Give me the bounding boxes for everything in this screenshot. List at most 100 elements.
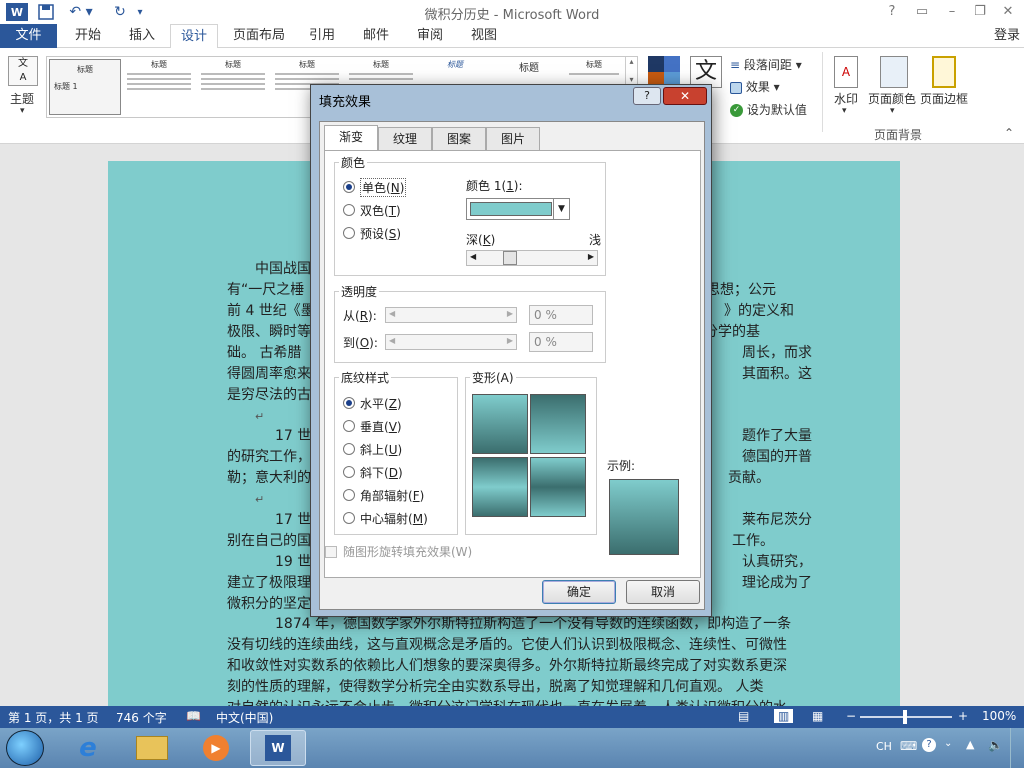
print-layout-icon[interactable]: ▥ <box>774 709 794 723</box>
minimize-icon[interactable]: – <box>938 2 966 22</box>
radio-button <box>343 397 355 409</box>
tab-view[interactable]: 视图 <box>462 24 506 48</box>
radio-shading-from-corner[interactable]: 角部辐射(F) <box>343 486 424 504</box>
language-indicator[interactable]: 中文(中国) <box>216 709 273 726</box>
tab-home[interactable]: 开始 <box>66 24 110 48</box>
radio-two-colors[interactable]: 双色(T) <box>343 201 401 219</box>
slider-right-arrow[interactable]: ▶ <box>507 336 513 345</box>
slider-left-arrow[interactable]: ◀ <box>389 336 395 345</box>
slider-right-arrow[interactable]: ▶ <box>588 252 594 261</box>
paragraph-mark: ↵ <box>255 493 265 506</box>
tab-texture[interactable]: 纹理 <box>378 127 432 151</box>
radio-shading-diagonal-up[interactable]: 斜上(U) <box>343 440 402 458</box>
help-icon[interactable]: ? <box>878 2 906 22</box>
variant-1[interactable] <box>472 394 528 454</box>
sign-in-link[interactable]: 登录 <box>990 24 1024 48</box>
set-default-button[interactable]: ✓ 设为默认值 <box>730 101 807 118</box>
effects-button[interactable]: 效果 ▾ <box>730 78 780 95</box>
close-icon[interactable]: ✕ <box>994 2 1022 22</box>
radio-shading-diagonal-down[interactable]: 斜下(D) <box>343 463 403 481</box>
fill-effects-dialog: 填充效果 ? ✕ 渐变 纹理 图案 图片 颜色 单色(N) 双色(T) 预设(S… <box>310 84 712 617</box>
page-color-icon[interactable] <box>880 56 908 88</box>
read-mode-icon[interactable]: ▤ <box>738 709 749 723</box>
tab-picture[interactable]: 图片 <box>486 127 540 151</box>
page-border-icon[interactable] <box>932 56 956 88</box>
radio-preset[interactable]: 预设(S) <box>343 224 401 242</box>
tab-file[interactable]: 文件 <box>0 24 57 48</box>
tab-design[interactable]: 设计 <box>170 24 218 49</box>
zoom-out-icon[interactable]: − <box>846 709 856 723</box>
tab-pattern[interactable]: 图案 <box>432 127 486 151</box>
transparency-to-input[interactable]: 0 % <box>529 332 593 352</box>
ribbon-display-icon[interactable]: ▭ <box>908 2 936 22</box>
keyboard-icon[interactable]: ⌨ <box>900 739 917 753</box>
transparency-to-slider[interactable]: ◀ ▶ <box>385 334 517 350</box>
tab-gradient[interactable]: 渐变 <box>324 125 378 151</box>
watermark-icon[interactable]: A <box>834 56 858 88</box>
explorer-icon[interactable] <box>124 730 180 766</box>
radio-button <box>343 181 355 193</box>
radio-one-color[interactable]: 单色(N) <box>343 177 407 197</box>
page-color-dropdown-icon[interactable]: ▾ <box>890 106 895 116</box>
more-tray-icon[interactable]: ⌄ <box>944 738 952 749</box>
variant-4[interactable] <box>530 457 586 517</box>
page-color-label[interactable]: 页面颜色 <box>868 90 916 107</box>
style-set-item[interactable]: 标题 <box>123 59 195 115</box>
word-taskbar-icon[interactable]: W <box>250 730 306 766</box>
action-center-icon[interactable]: ▲ <box>966 738 974 751</box>
chevron-down-icon[interactable]: ▼ <box>553 199 569 219</box>
web-layout-icon[interactable]: ▦ <box>812 709 823 723</box>
page-count[interactable]: 第 1 页，共 1 页 <box>8 709 99 726</box>
variant-2[interactable] <box>530 394 586 454</box>
rotate-with-shape-checkbox[interactable]: 随图形旋转填充效果(W) <box>325 543 472 560</box>
ime-indicator[interactable]: CH <box>876 740 892 753</box>
darkness-slider[interactable]: ◀ ▶ <box>466 250 598 266</box>
color1-picker[interactable]: ▼ <box>466 198 570 220</box>
radio-button <box>343 489 355 501</box>
radio-shading-vertical[interactable]: 垂直(V) <box>343 417 402 435</box>
dialog-close-icon[interactable]: ✕ <box>663 87 707 105</box>
watermark-label[interactable]: 水印 <box>834 90 858 107</box>
tab-mailings[interactable]: 邮件 <box>354 24 398 48</box>
zoom-in-icon[interactable]: + <box>958 709 968 723</box>
theme-icon[interactable]: 文A <box>8 56 38 86</box>
slider-left-arrow[interactable]: ◀ <box>389 309 395 318</box>
document-line: 没有切线的连续曲线，这与直观概念是矛盾的。它使人们认识到极限概念、连续性、可微性 <box>227 637 787 653</box>
style-set-item[interactable]: 标题 标题 1 <box>49 59 121 115</box>
radio-shading-from-center[interactable]: 中心辐射(M) <box>343 509 428 527</box>
word-count[interactable]: 746 个字 <box>116 709 167 726</box>
document-line: 中国战国 <box>255 261 311 277</box>
paragraph-spacing-button[interactable]: ≡ 段落间距 ▾ <box>730 56 802 73</box>
proofing-icon[interactable]: 📖 <box>186 709 201 723</box>
slider-thumb[interactable] <box>503 251 517 265</box>
variant-3[interactable] <box>472 457 528 517</box>
tab-review[interactable]: 审阅 <box>408 24 452 48</box>
theme-button-label[interactable]: 主题 <box>10 90 34 107</box>
tab-page-layout[interactable]: 页面布局 <box>228 24 290 48</box>
tab-references[interactable]: 引用 <box>300 24 344 48</box>
start-button[interactable] <box>6 730 44 766</box>
theme-dropdown-icon[interactable]: ▾ <box>20 106 25 116</box>
media-player-icon[interactable]: ▶ <box>188 730 244 766</box>
slider-right-arrow[interactable]: ▶ <box>507 309 513 318</box>
ie-icon[interactable]: e <box>60 730 116 766</box>
volume-icon[interactable]: 🔈 <box>988 738 1003 752</box>
radio-shading-horizontal[interactable]: 水平(Z) <box>343 394 402 412</box>
dialog-help-icon[interactable]: ? <box>633 87 661 105</box>
radio-button <box>343 443 355 455</box>
slider-left-arrow[interactable]: ◀ <box>470 252 476 261</box>
zoom-slider-thumb[interactable] <box>903 710 907 724</box>
ok-button[interactable]: 确定 <box>542 580 616 604</box>
page-border-label[interactable]: 页面边框 <box>920 90 968 107</box>
tab-insert[interactable]: 插入 <box>120 24 164 48</box>
cancel-button[interactable]: 取消 <box>626 580 700 604</box>
help-tray-icon[interactable]: ? <box>922 738 936 752</box>
show-desktop-button[interactable] <box>1010 728 1024 768</box>
restore-icon[interactable]: ❐ <box>966 2 994 22</box>
transparency-from-input[interactable]: 0 % <box>529 305 593 325</box>
style-set-item[interactable]: 标题 <box>197 59 269 115</box>
zoom-level[interactable]: 100% <box>982 709 1016 723</box>
watermark-dropdown-icon[interactable]: ▾ <box>842 106 847 116</box>
transparency-from-slider[interactable]: ◀ ▶ <box>385 307 517 323</box>
collapse-ribbon-icon[interactable]: ⌃ <box>1004 126 1014 140</box>
